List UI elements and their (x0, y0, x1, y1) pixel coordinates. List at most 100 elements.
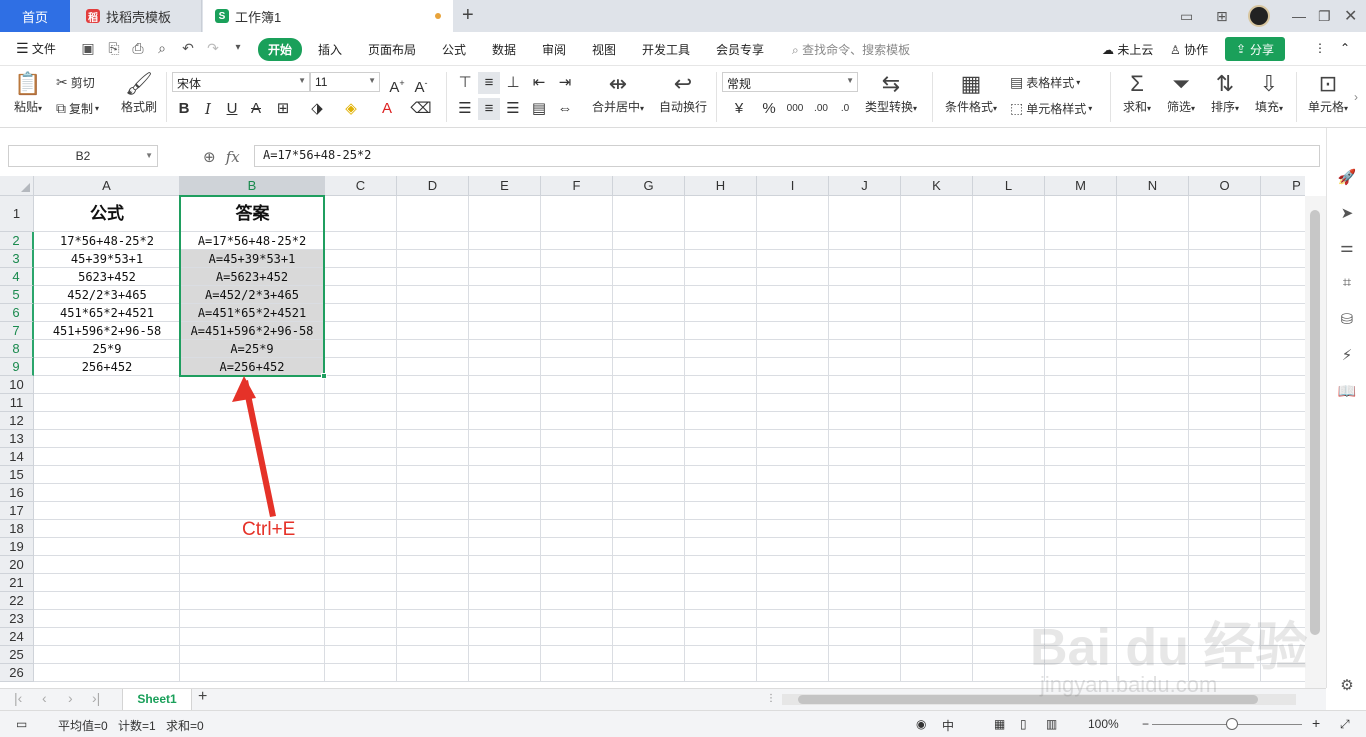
row-header[interactable]: 7 (0, 322, 34, 340)
align-top-icon[interactable]: ⊤ (454, 72, 476, 94)
wrap-text-button[interactable]: ↩ 自动换行 (656, 70, 710, 115)
row-header[interactable]: 9 (0, 358, 34, 376)
page-layout-view-icon[interactable]: ▯ (1020, 717, 1027, 731)
italic-icon[interactable]: I (197, 98, 219, 120)
column-header[interactable]: O (1189, 176, 1261, 196)
font-color-icon[interactable]: A (376, 98, 398, 120)
eye-protection-icon[interactable]: ◉ (916, 717, 926, 731)
clear-format-icon[interactable]: ⌫ (410, 98, 432, 120)
first-sheet-icon[interactable]: |‹ (14, 690, 22, 706)
menu-home[interactable]: 开始 (258, 38, 303, 61)
close-icon[interactable]: ✕ (1344, 0, 1357, 32)
column-header[interactable]: P (1261, 176, 1305, 196)
row-header[interactable]: 14 (0, 448, 34, 466)
row-header[interactable]: 26 (0, 664, 34, 682)
vertical-scroll-thumb[interactable] (1310, 210, 1320, 635)
cell-a7[interactable]: 451+596*2+96-58 (34, 322, 180, 340)
cell-a8[interactable]: 25*9 (34, 340, 180, 358)
menu-member[interactable]: 会员专享 (716, 41, 764, 58)
menu-data[interactable]: 数据 (492, 41, 516, 58)
paste-button[interactable]: 📋 粘贴▾ (10, 70, 46, 115)
column-header[interactable]: D (397, 176, 469, 196)
table-style-button[interactable]: ▤ 表格样式 ▾ (1010, 74, 1080, 91)
type-convert-button[interactable]: ⇆ 类型转换▾ (862, 70, 920, 115)
rocket-icon[interactable]: 🚀 (1337, 168, 1357, 188)
align-middle-icon[interactable]: ≡ (478, 72, 500, 94)
menu-view[interactable]: 视图 (592, 41, 616, 58)
fill-handle[interactable] (321, 373, 327, 379)
avatar-button[interactable] (1248, 0, 1270, 32)
sum-button[interactable]: Σ 求和▾ (1118, 70, 1156, 115)
fill-color-icon[interactable]: ◈ (340, 98, 362, 120)
cell-style-button[interactable]: ⬚ 单元格样式 ▾ (1010, 100, 1092, 117)
cursor-icon[interactable]: ➤ (1337, 204, 1357, 224)
zoom-icon[interactable]: ⊕ (203, 149, 216, 166)
page-break-view-icon[interactable]: ▥ (1046, 717, 1057, 731)
number-format-select[interactable]: 常规 ▼ (722, 72, 858, 92)
horizontal-scrollbar[interactable] (782, 694, 1296, 705)
row-header[interactable]: 17 (0, 502, 34, 520)
book-icon[interactable]: 📖 (1337, 382, 1357, 402)
file-menu[interactable]: ☰ 文件 (16, 40, 56, 57)
row-header[interactable]: 6 (0, 304, 34, 322)
menu-formula[interactable]: 公式 (442, 41, 466, 58)
tab-template[interactable]: 稻 找稻壳模板 (72, 0, 202, 32)
ime-status[interactable]: 中 (942, 717, 954, 734)
row-header[interactable]: 25 (0, 646, 34, 664)
zoom-slider-handle[interactable] (1226, 718, 1238, 730)
row-header[interactable]: 11 (0, 394, 34, 412)
tab-workbook[interactable]: S 工作簿1 (203, 0, 453, 32)
menu-insert[interactable]: 插入 (318, 41, 342, 58)
row-header[interactable]: 23 (0, 610, 34, 628)
collab-button[interactable]: ♙ 协作 (1170, 41, 1208, 58)
column-header[interactable]: J (829, 176, 901, 196)
cell-a3[interactable]: 45+39*53+1 (34, 250, 180, 268)
currency-icon[interactable]: ¥ (728, 98, 750, 120)
row-header[interactable]: 19 (0, 538, 34, 556)
copy-button[interactable]: ⧉ 复制 ▾ (56, 100, 99, 117)
column-header[interactable]: M (1045, 176, 1117, 196)
export-pdf-icon[interactable]: ⎘ (106, 40, 122, 56)
row-header[interactable]: 12 (0, 412, 34, 430)
tab-home[interactable]: 首页 (0, 0, 70, 32)
lightning-icon[interactable]: ⚡ (1337, 346, 1357, 366)
column-header[interactable]: B (180, 176, 325, 196)
save-icon[interactable]: ▣ (80, 40, 96, 56)
print-icon[interactable]: ⎙ (130, 40, 146, 56)
column-header[interactable]: H (685, 176, 757, 196)
vertical-scrollbar[interactable] (1305, 196, 1326, 688)
increase-decimal-icon[interactable]: .00 (810, 98, 832, 120)
row-header[interactable]: 21 (0, 574, 34, 592)
column-header[interactable]: I (757, 176, 829, 196)
strikethrough-icon[interactable]: A (245, 98, 267, 120)
fill-button[interactable]: ⇩ 填充▾ (1250, 70, 1288, 115)
row-header[interactable]: 13 (0, 430, 34, 448)
zoom-out-icon[interactable]: − (1142, 717, 1149, 731)
tool-icon[interactable]: ⌗ (1337, 274, 1357, 294)
cell-a9[interactable]: 256+452 (34, 358, 180, 376)
increase-indent-icon[interactable]: ⇥ (554, 72, 576, 94)
fullscreen-icon[interactable]: ⤢ (1340, 717, 1350, 732)
row-header[interactable]: 2 (0, 232, 34, 250)
thousands-icon[interactable]: 000 (784, 98, 806, 120)
customize-dropdown-icon[interactable]: ▾ (230, 40, 246, 56)
column-header[interactable]: E (469, 176, 541, 196)
add-sheet-icon[interactable]: + (198, 688, 207, 706)
grid-apps-icon[interactable]: ⊞ (1216, 0, 1228, 32)
column-header[interactable]: A (34, 176, 180, 196)
name-box[interactable]: B2 ▼ (8, 145, 158, 167)
next-sheet-icon[interactable]: › (68, 690, 73, 706)
prev-sheet-icon[interactable]: ‹ (42, 690, 47, 706)
distributed-icon[interactable]: ⇔ (554, 98, 576, 120)
new-tab-plus-icon[interactable]: + (462, 4, 474, 27)
percent-icon[interactable]: % (758, 98, 780, 120)
increase-font-icon[interactable]: A+ (386, 72, 408, 96)
row-header[interactable]: 10 (0, 376, 34, 394)
select-all-corner[interactable] (0, 176, 34, 196)
merge-center-button[interactable]: ⇹ 合并居中▾ (588, 70, 648, 115)
row-header[interactable]: 16 (0, 484, 34, 502)
row-header[interactable]: 20 (0, 556, 34, 574)
fx-icon[interactable]: fx (226, 148, 240, 166)
sheet-tab[interactable]: Sheet1 (122, 689, 192, 710)
row-header[interactable]: 3 (0, 250, 34, 268)
